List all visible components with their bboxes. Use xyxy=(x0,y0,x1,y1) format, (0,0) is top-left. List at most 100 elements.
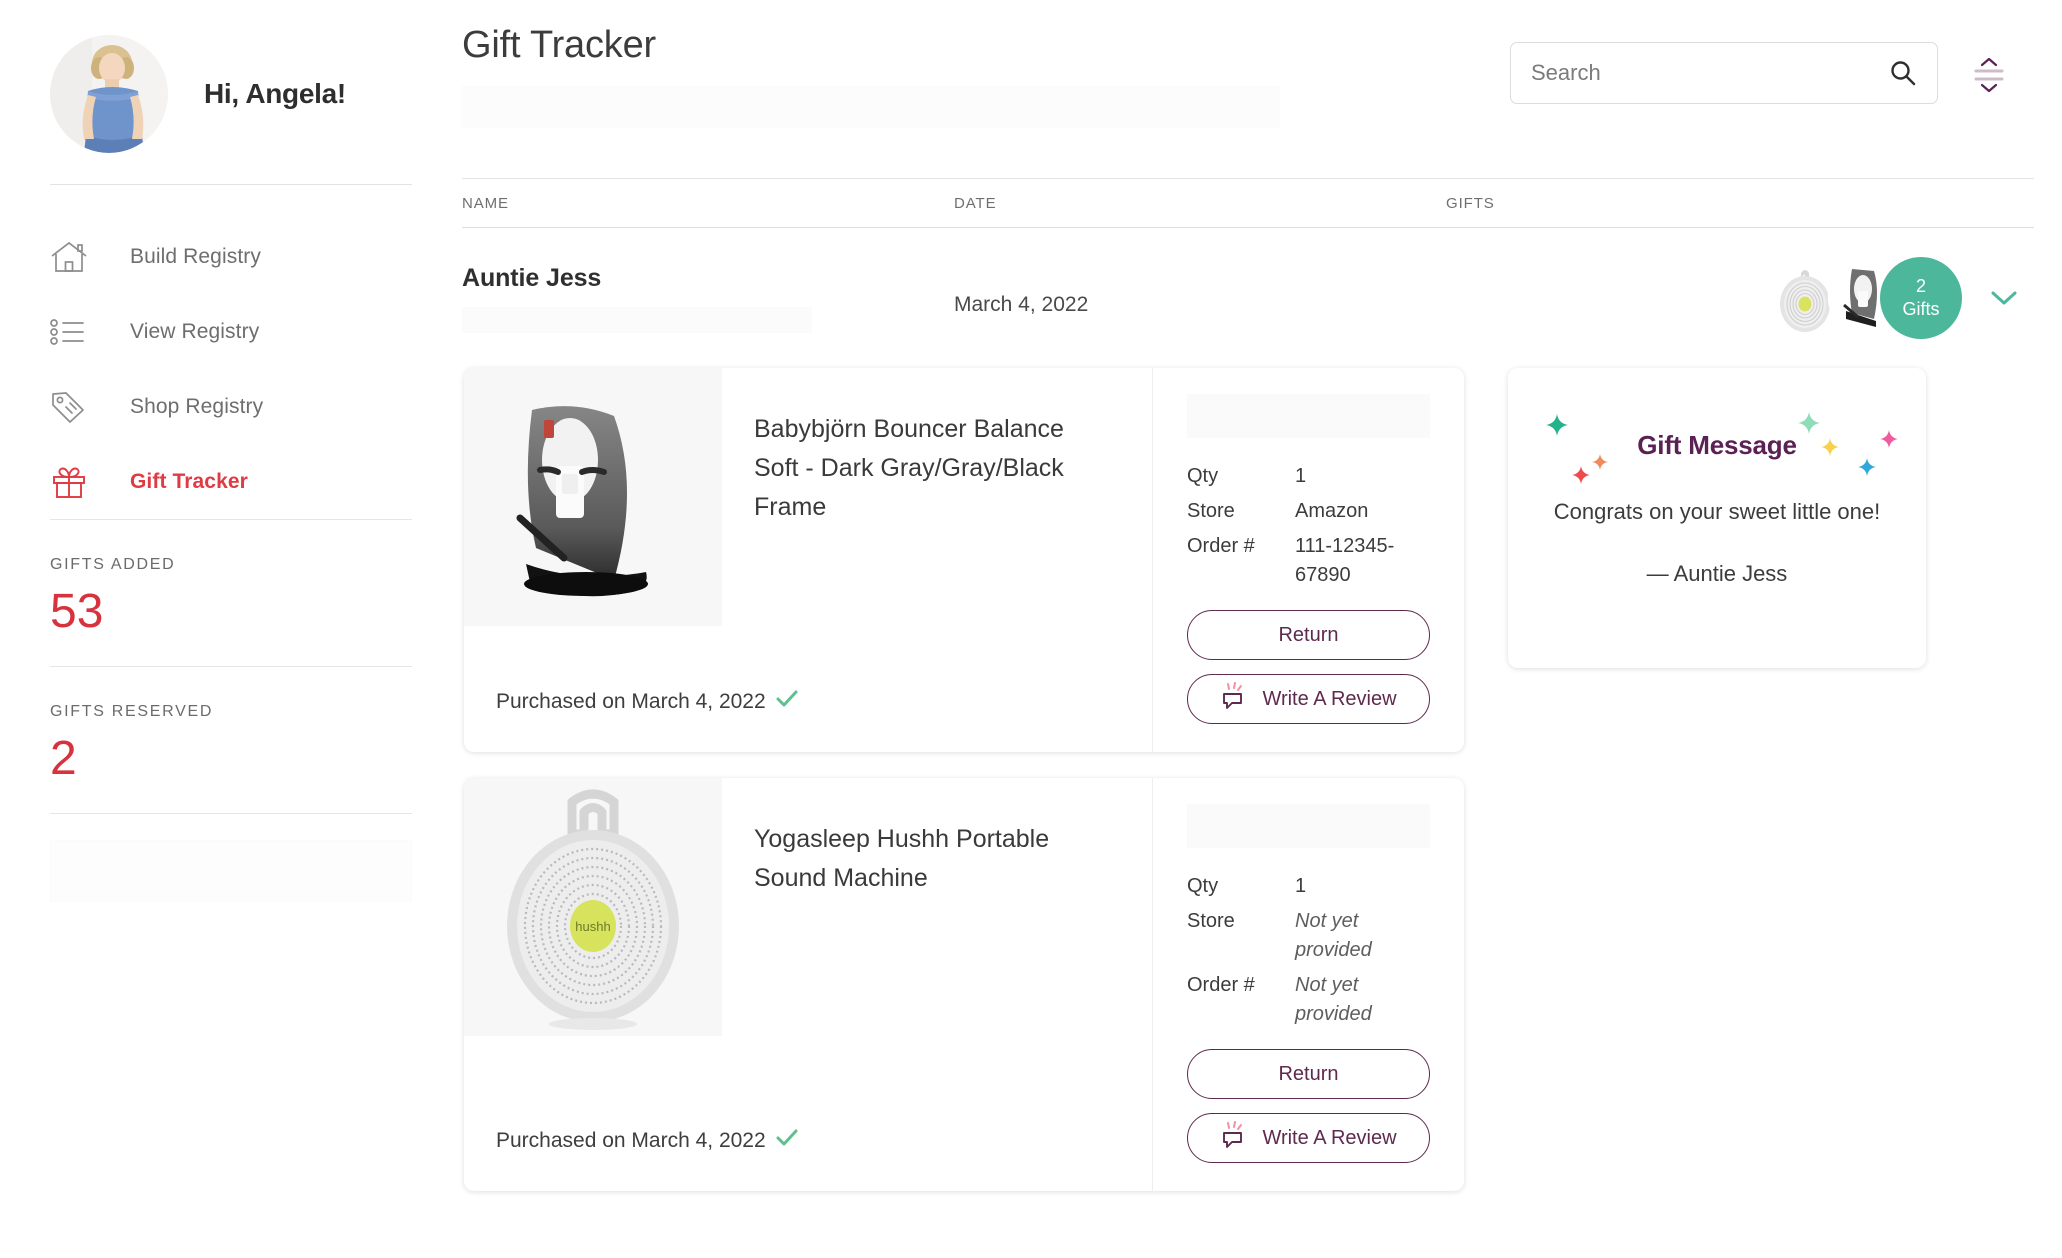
details-placeholder-block xyxy=(1187,804,1430,848)
review-button-label: Write A Review xyxy=(1262,1126,1397,1149)
detail-value: Amazon xyxy=(1295,500,1369,522)
group-name-cell: Auntie Jess xyxy=(462,264,954,333)
sidebar-item-view-registry[interactable]: View Registry xyxy=(0,294,462,369)
detail-key: Qty xyxy=(1187,875,1219,897)
gift-cards-column: Babybjörn Bouncer Balance Soft - Dark Gr… xyxy=(462,368,1464,1217)
column-header-date: DATE xyxy=(954,194,997,212)
page-title: Gift Tracker xyxy=(462,24,656,66)
sidebar-item-label: Gift Tracker xyxy=(130,469,248,493)
gift-message-signature: — Auntie Jess xyxy=(1646,561,1788,587)
column-header-gifts: GIFTS xyxy=(1446,194,1495,212)
gift-purchased-status: Purchased on March 4, 2022 xyxy=(464,1129,1152,1191)
check-icon xyxy=(776,690,798,714)
gift-card-main: Babybjörn Bouncer Balance Soft - Dark Gr… xyxy=(464,368,1152,752)
detail-value: Not yet provided xyxy=(1295,910,1372,961)
detail-row: Store Not yet provided xyxy=(1187,907,1430,965)
purchased-text: Purchased on March 4, 2022 xyxy=(496,1129,766,1152)
gift-message-card: Gift Message Congrats on your sweet litt… xyxy=(1508,368,1926,668)
gift-title: Babybjörn Bouncer Balance Soft - Dark Gr… xyxy=(754,415,1064,521)
review-bubble-icon xyxy=(1220,682,1250,712)
gift-details-panel: Qty 1 Store Amazon Order # 111-12345-678… xyxy=(1152,368,1464,752)
purchased-text: Purchased on March 4, 2022 xyxy=(496,690,766,713)
stat-value: 2 xyxy=(50,732,77,785)
sidebar-item-build-registry[interactable]: Build Registry xyxy=(0,219,462,294)
gift-message-column: Gift Message Congrats on your sweet litt… xyxy=(1464,368,1926,668)
detail-key: Store xyxy=(1187,910,1235,932)
gift-count-badge: 2 Gifts xyxy=(1880,257,1962,339)
sidebar-item-shop-registry[interactable]: Shop Registry xyxy=(0,369,462,444)
gift-purchased-status: Purchased on March 4, 2022 xyxy=(464,690,1152,752)
sidebar-nav: Build Registry View Registry Shop Regist… xyxy=(0,185,462,519)
gift-count-number: 2 xyxy=(1915,275,1926,296)
gift-group-row[interactable]: Auntie Jess March 4, 2022 2 Gifts xyxy=(462,228,2034,368)
review-bubble-icon xyxy=(1220,1121,1250,1151)
return-button[interactable]: Return xyxy=(1187,1049,1430,1099)
search-icon[interactable] xyxy=(1889,59,1917,87)
sidebar-item-gift-tracker[interactable]: Gift Tracker xyxy=(0,444,462,519)
search-box[interactable] xyxy=(1510,42,1938,104)
svg-text:hushh: hushh xyxy=(575,919,610,934)
search-input[interactable] xyxy=(1531,60,1889,86)
gift-card-top: hushh Yogasleep Hushh Portable Sound Mac… xyxy=(464,778,1152,1129)
sidebar: Hi, Angela! Build Registry View Registry… xyxy=(0,0,462,1258)
sidebar-placeholder-block xyxy=(50,840,412,902)
check-icon xyxy=(776,1129,798,1153)
profile-header: Hi, Angela! xyxy=(0,0,462,162)
main-header: Gift Tracker xyxy=(462,0,2034,178)
review-button-label: Write A Review xyxy=(1262,687,1397,710)
gift-card-top: Babybjörn Bouncer Balance Soft - Dark Gr… xyxy=(464,368,1152,690)
babybjorn-bouncer-image xyxy=(464,368,722,626)
sidebar-item-label: Shop Registry xyxy=(130,394,264,418)
write-a-review-button[interactable]: Write A Review xyxy=(1187,1113,1430,1163)
detail-key: Order # xyxy=(1187,974,1255,996)
gift-message-inner: Gift Message Congrats on your sweet litt… xyxy=(1508,368,1926,635)
details-placeholder-block xyxy=(1187,394,1430,438)
avatar xyxy=(50,35,168,153)
detail-key: Qty xyxy=(1187,465,1219,487)
home-icon xyxy=(50,240,94,274)
detail-value: 1 xyxy=(1295,465,1307,487)
gift-message-body: Congrats on your sweet little one! xyxy=(1553,499,1881,524)
detail-row: Qty 1 xyxy=(1187,872,1430,901)
gift-tracker-page: Hi, Angela! Build Registry View Registry… xyxy=(0,0,2062,1258)
sparkle-icon xyxy=(1858,458,1876,481)
detail-row: Store Amazon xyxy=(1187,497,1430,526)
detail-row: Order # 111-12345-67890 xyxy=(1187,532,1430,590)
sidebar-item-label: View Registry xyxy=(130,319,260,343)
return-button[interactable]: Return xyxy=(1187,610,1430,660)
gift-card: hushh Yogasleep Hushh Portable Sound Mac… xyxy=(464,778,1464,1191)
detail-key: Order # xyxy=(1187,535,1255,557)
stat-label: GIFTS RESERVED xyxy=(50,703,214,720)
group-date: March 4, 2022 xyxy=(954,293,1089,316)
stat-label: GIFTS ADDED xyxy=(50,556,176,573)
detail-row: Qty 1 xyxy=(1187,462,1430,491)
tag-icon xyxy=(50,390,94,424)
sort-toggle-icon[interactable] xyxy=(1966,52,2012,98)
sidebar-item-label: Build Registry xyxy=(130,244,261,268)
sparkle-icon xyxy=(1880,430,1898,453)
column-header-name: NAME xyxy=(462,194,509,212)
stat-gifts-reserved: GIFTS RESERVED 2 xyxy=(50,667,412,814)
chevron-down-icon[interactable] xyxy=(1988,288,2020,308)
group-giver-name: Auntie Jess xyxy=(462,263,602,292)
list-icon xyxy=(50,317,94,347)
gift-message-title: Gift Message xyxy=(1637,430,1797,460)
stat-value: 53 xyxy=(50,585,104,638)
header-placeholder-block xyxy=(462,86,1280,128)
table-header-row: NAME DATE GIFTS xyxy=(462,178,2034,228)
detail-value: Not yet provided xyxy=(1295,974,1372,1025)
gift-card: Babybjörn Bouncer Balance Soft - Dark Gr… xyxy=(464,368,1464,752)
gift-title: Yogasleep Hushh Portable Sound Machine xyxy=(754,825,1050,892)
detail-key: Store xyxy=(1187,500,1235,522)
detail-value: 1 xyxy=(1295,875,1307,897)
gift-count-label: Gifts xyxy=(1902,299,1940,319)
group-gifts-cell: 2 Gifts xyxy=(1446,257,2034,339)
greeting-text: Hi, Angela! xyxy=(204,78,346,109)
yogasleep-hushh-image: hushh xyxy=(464,778,722,1036)
write-a-review-button[interactable]: Write A Review xyxy=(1187,674,1430,724)
sparkle-icon xyxy=(1572,466,1590,489)
sidebar-stats: GIFTS ADDED 53 GIFTS RESERVED 2 xyxy=(0,519,462,814)
detail-value: 111-12345-67890 xyxy=(1295,535,1395,586)
gift-card-main: hushh Yogasleep Hushh Portable Sound Mac… xyxy=(464,778,1152,1191)
search-container xyxy=(1510,42,1938,104)
